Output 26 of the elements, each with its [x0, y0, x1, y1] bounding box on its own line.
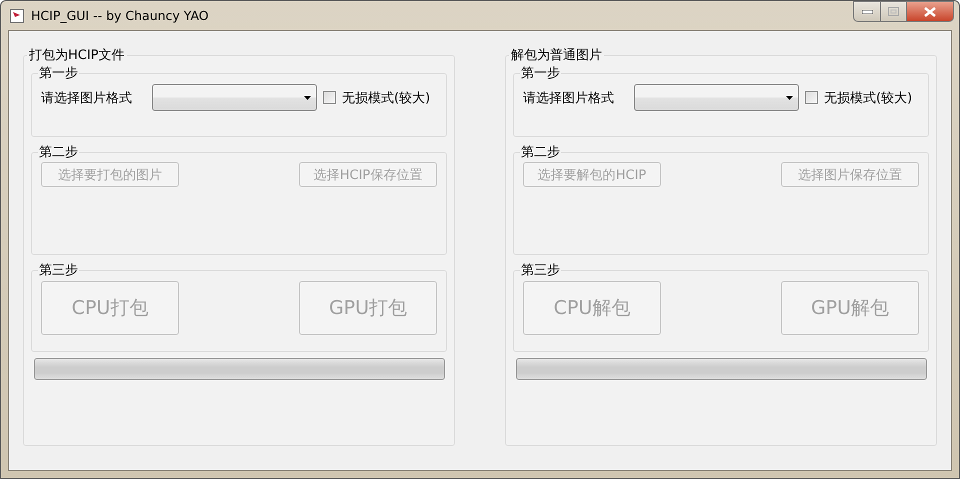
group-title: 第三步 [520, 262, 561, 279]
group-title: 第二步 [38, 144, 79, 161]
lossless-checkbox[interactable] [323, 91, 336, 104]
checkbox-label: 无损模式(较大) [824, 90, 912, 106]
field-label: 请选择图片格式 [523, 90, 615, 106]
panel-title: 打包为HCIP文件 [28, 47, 126, 64]
group-title: 第三步 [38, 262, 79, 279]
dropdown-arrow-icon [786, 96, 793, 100]
close-icon [924, 6, 936, 16]
minimize-button[interactable] [853, 1, 881, 22]
group-title: 第一步 [520, 65, 561, 82]
field-label: 请选择图片格式 [41, 90, 133, 106]
group-title: 第一步 [38, 65, 79, 82]
minimize-icon [862, 10, 872, 14]
dropdown-arrow-icon [304, 96, 311, 100]
format-dropdown[interactable] [634, 84, 799, 111]
window-title: HCIP_GUI -- by Chauncy YAO [31, 8, 209, 23]
close-button[interactable] [907, 1, 954, 22]
format-dropdown[interactable] [152, 84, 317, 111]
lossless-checkbox[interactable] [805, 91, 818, 104]
checkbox-label: 无损模式(较大) [342, 90, 430, 106]
maximize-icon [888, 7, 899, 16]
panel-title: 解包为普通图片 [510, 46, 603, 64]
app-icon [9, 8, 25, 24]
maximize-button[interactable] [881, 1, 907, 22]
group-title: 第二步 [520, 144, 561, 161]
